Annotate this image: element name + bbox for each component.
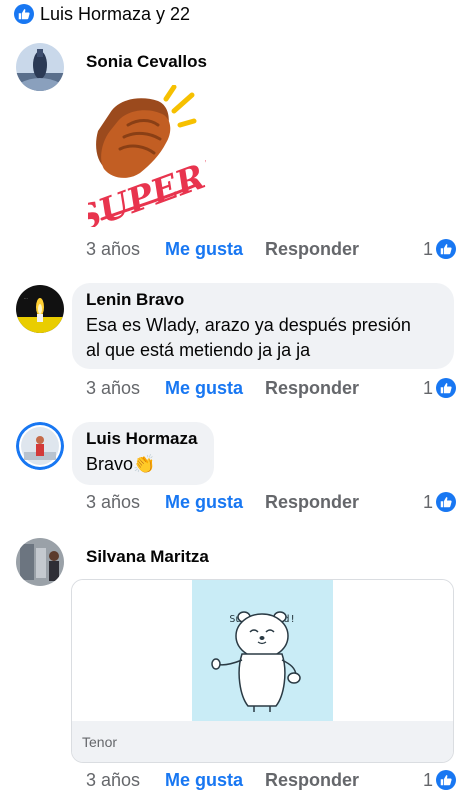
like-icon: [436, 378, 456, 398]
comment-actions: 3 años Me gusta Responder 1: [86, 490, 456, 514]
reaction-count[interactable]: 1: [423, 378, 456, 399]
comment-actions: 3 años Me gusta Responder 1: [86, 376, 456, 400]
avatar[interactable]: [16, 422, 64, 470]
avatar[interactable]: [16, 538, 64, 586]
like-count: 1: [422, 769, 433, 790]
reply-button[interactable]: Responder: [265, 239, 359, 260]
comment-time[interactable]: 3 años: [86, 770, 165, 791]
like-button[interactable]: Me gusta: [165, 239, 265, 260]
comment-bubble: Lenin Bravo Esa es Wlady, arazo ya despu…: [72, 283, 454, 369]
avatar[interactable]: ...: [16, 285, 64, 333]
comment-text: Bravo👏: [86, 452, 200, 477]
gif-footer: Tenor: [72, 721, 453, 762]
svg-text:...: ...: [24, 295, 28, 300]
gif-provider[interactable]: Tenor: [82, 734, 117, 750]
comment-text-line: Esa es Wlady, arazo ya después presión: [86, 315, 411, 335]
clapping-hands-emoji: 👏: [133, 454, 156, 474]
reactions-summary[interactable]: Luis Hormaza y 22: [14, 2, 190, 26]
like-button[interactable]: Me gusta: [165, 378, 265, 399]
like-icon: [436, 492, 456, 512]
reply-button[interactable]: Responder: [265, 492, 359, 513]
like-icon: [436, 239, 456, 259]
like-count: 1: [422, 377, 433, 398]
reply-button[interactable]: Responder: [265, 770, 359, 791]
reaction-count[interactable]: 1: [423, 239, 456, 260]
comment-text-line: al que está metiendo ja ja ja: [86, 340, 311, 360]
comment-bubble: Luis Hormaza Bravo👏: [72, 422, 214, 485]
reaction-count[interactable]: 1: [423, 770, 456, 791]
comment-author[interactable]: Luis Hormaza: [86, 429, 200, 449]
comment-actions: 3 años Me gusta Responder 1: [86, 768, 456, 792]
comment-author[interactable]: Sonia Cevallos: [86, 52, 207, 72]
comment-time[interactable]: 3 años: [86, 239, 165, 260]
like-count: 1: [422, 238, 433, 259]
reply-button[interactable]: Responder: [265, 378, 359, 399]
reaction-count[interactable]: 1: [423, 492, 456, 513]
super-sticker: SUPER!: [71, 84, 224, 240]
comment-text: Esa es Wlady, arazo ya después presión a…: [86, 313, 440, 363]
comment-time[interactable]: 3 años: [86, 378, 165, 399]
comment-text-content: Bravo: [86, 454, 134, 474]
like-count: 1: [422, 491, 433, 512]
gif-image[interactable]: Super good!: [192, 580, 333, 721]
bear-illustration: [211, 611, 301, 712]
comment-actions: 3 años Me gusta Responder 1: [86, 237, 456, 261]
like-icon: [14, 4, 34, 24]
gif-attachment[interactable]: Super good!: [71, 579, 454, 763]
gif-area: Super good!: [72, 580, 453, 721]
comment-author[interactable]: Silvana Maritza: [86, 547, 209, 567]
like-button[interactable]: Me gusta: [165, 770, 265, 791]
like-button[interactable]: Me gusta: [165, 492, 265, 513]
avatar[interactable]: [16, 43, 64, 91]
reactions-label: Luis Hormaza y 22: [40, 3, 191, 24]
comment-author[interactable]: Lenin Bravo: [86, 290, 440, 310]
comment-time[interactable]: 3 años: [86, 492, 165, 513]
like-icon: [436, 770, 456, 790]
